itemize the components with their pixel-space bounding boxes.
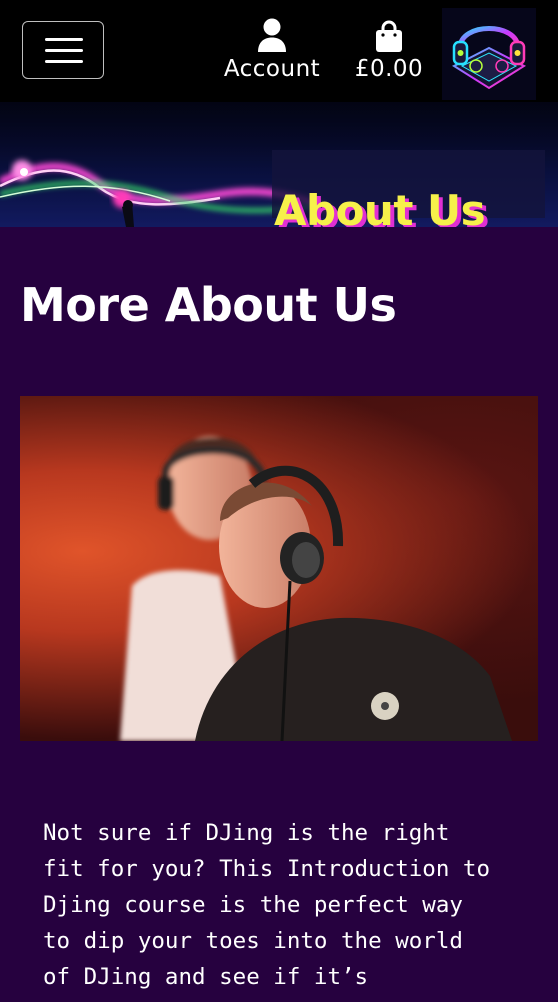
page-heading: More About Us bbox=[20, 278, 397, 332]
brand-logo[interactable] bbox=[442, 8, 536, 100]
hero-banner: About Us bbox=[0, 102, 558, 227]
menu-toggle-button[interactable] bbox=[22, 21, 104, 79]
shopping-bag-icon bbox=[376, 20, 402, 52]
banner-title-box: About Us bbox=[272, 150, 545, 227]
intro-paragraph: Not sure if DJing is the right fit for y… bbox=[43, 820, 491, 990]
dj-illustration bbox=[120, 436, 512, 741]
account-link[interactable]: Account bbox=[216, 18, 328, 82]
site-header: Account £0.00 bbox=[0, 0, 558, 102]
hamburger-icon bbox=[45, 38, 83, 41]
account-label: Account bbox=[223, 56, 321, 82]
djs-photo bbox=[20, 396, 538, 741]
headphones-logo-icon bbox=[442, 8, 536, 100]
banner-title: About Us bbox=[274, 186, 486, 227]
bag-total: £0.00 bbox=[354, 56, 424, 82]
hamburger-line bbox=[45, 49, 83, 52]
user-icon bbox=[258, 18, 286, 52]
shopping-bag-link[interactable]: £0.00 bbox=[346, 18, 432, 82]
hamburger-line bbox=[45, 60, 83, 63]
